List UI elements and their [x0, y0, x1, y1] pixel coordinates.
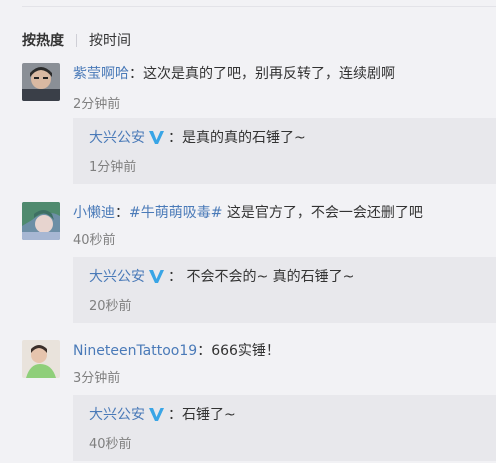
- avatar[interactable]: [22, 63, 60, 101]
- reply-text: ：石锤了~: [168, 407, 236, 423]
- avatar[interactable]: [22, 202, 60, 240]
- reply-box: 大兴公安 ：是真的真的石锤了~ 1分钟前: [73, 118, 496, 184]
- sort-by-time-tab[interactable]: 按时间: [89, 30, 131, 50]
- reply-box: 大兴公安 ：石锤了~ 40秒前: [73, 395, 496, 461]
- comment-text: 这次是真的了吧，别再反转了，连续剧啊: [143, 66, 395, 82]
- comment-content: 紫莹啊哈：这次是真的了吧，别再反转了，连续剧啊: [73, 63, 395, 83]
- sort-divider: [76, 33, 77, 47]
- comment-time: 40秒前: [73, 233, 116, 248]
- verified-v-icon: [148, 269, 165, 288]
- comment-separator: ：: [129, 66, 143, 82]
- sort-bar: 按热度 按时间: [22, 30, 131, 50]
- reply-text: ： 不会不会的~ 真的石锤了~: [168, 269, 355, 285]
- comment-separator: ：: [197, 343, 212, 359]
- comment-username[interactable]: 紫莹啊哈: [73, 66, 129, 82]
- reply-username[interactable]: 大兴公安: [89, 269, 145, 285]
- reply-time: 1分钟前: [89, 160, 137, 175]
- comment-time: 2分钟前: [73, 97, 121, 112]
- sort-by-hot-tab[interactable]: 按热度: [22, 30, 64, 50]
- reply-username[interactable]: 大兴公安: [89, 407, 145, 423]
- comment-content: NineteenTattoo19：666实锤！: [73, 340, 280, 360]
- verified-v-icon: [148, 407, 165, 426]
- top-divider: [22, 6, 496, 7]
- comment-separator: ：: [115, 205, 129, 221]
- verified-v-icon: [148, 130, 165, 149]
- reply-box: 大兴公安 ： 不会不会的~ 真的石锤了~ 20秒前: [73, 257, 496, 323]
- reply-text: ：是真的真的石锤了~: [168, 130, 306, 146]
- reply-time: 40秒前: [89, 437, 132, 452]
- reply-content: 大兴公安 ：石锤了~: [89, 404, 236, 426]
- reply-content: 大兴公安 ： 不会不会的~ 真的石锤了~: [89, 266, 354, 288]
- reply-time: 20秒前: [89, 299, 132, 314]
- comment-username[interactable]: 小懒迪: [73, 205, 115, 221]
- reply-username[interactable]: 大兴公安: [89, 130, 145, 146]
- reply-content: 大兴公安 ：是真的真的石锤了~: [89, 127, 306, 149]
- comment-topic-link[interactable]: #牛萌萌吸毒#: [129, 205, 222, 221]
- comment-content: 小懒迪：#牛萌萌吸毒# 这是官方了，不会一会还删了吧: [73, 202, 423, 222]
- avatar[interactable]: [22, 340, 60, 378]
- comment-text: 这是官方了，不会一会还删了吧: [222, 205, 423, 221]
- comment-text: 666实锤！: [211, 343, 280, 359]
- comment-time: 3分钟前: [73, 371, 121, 386]
- comment-username[interactable]: NineteenTattoo19: [73, 343, 197, 359]
